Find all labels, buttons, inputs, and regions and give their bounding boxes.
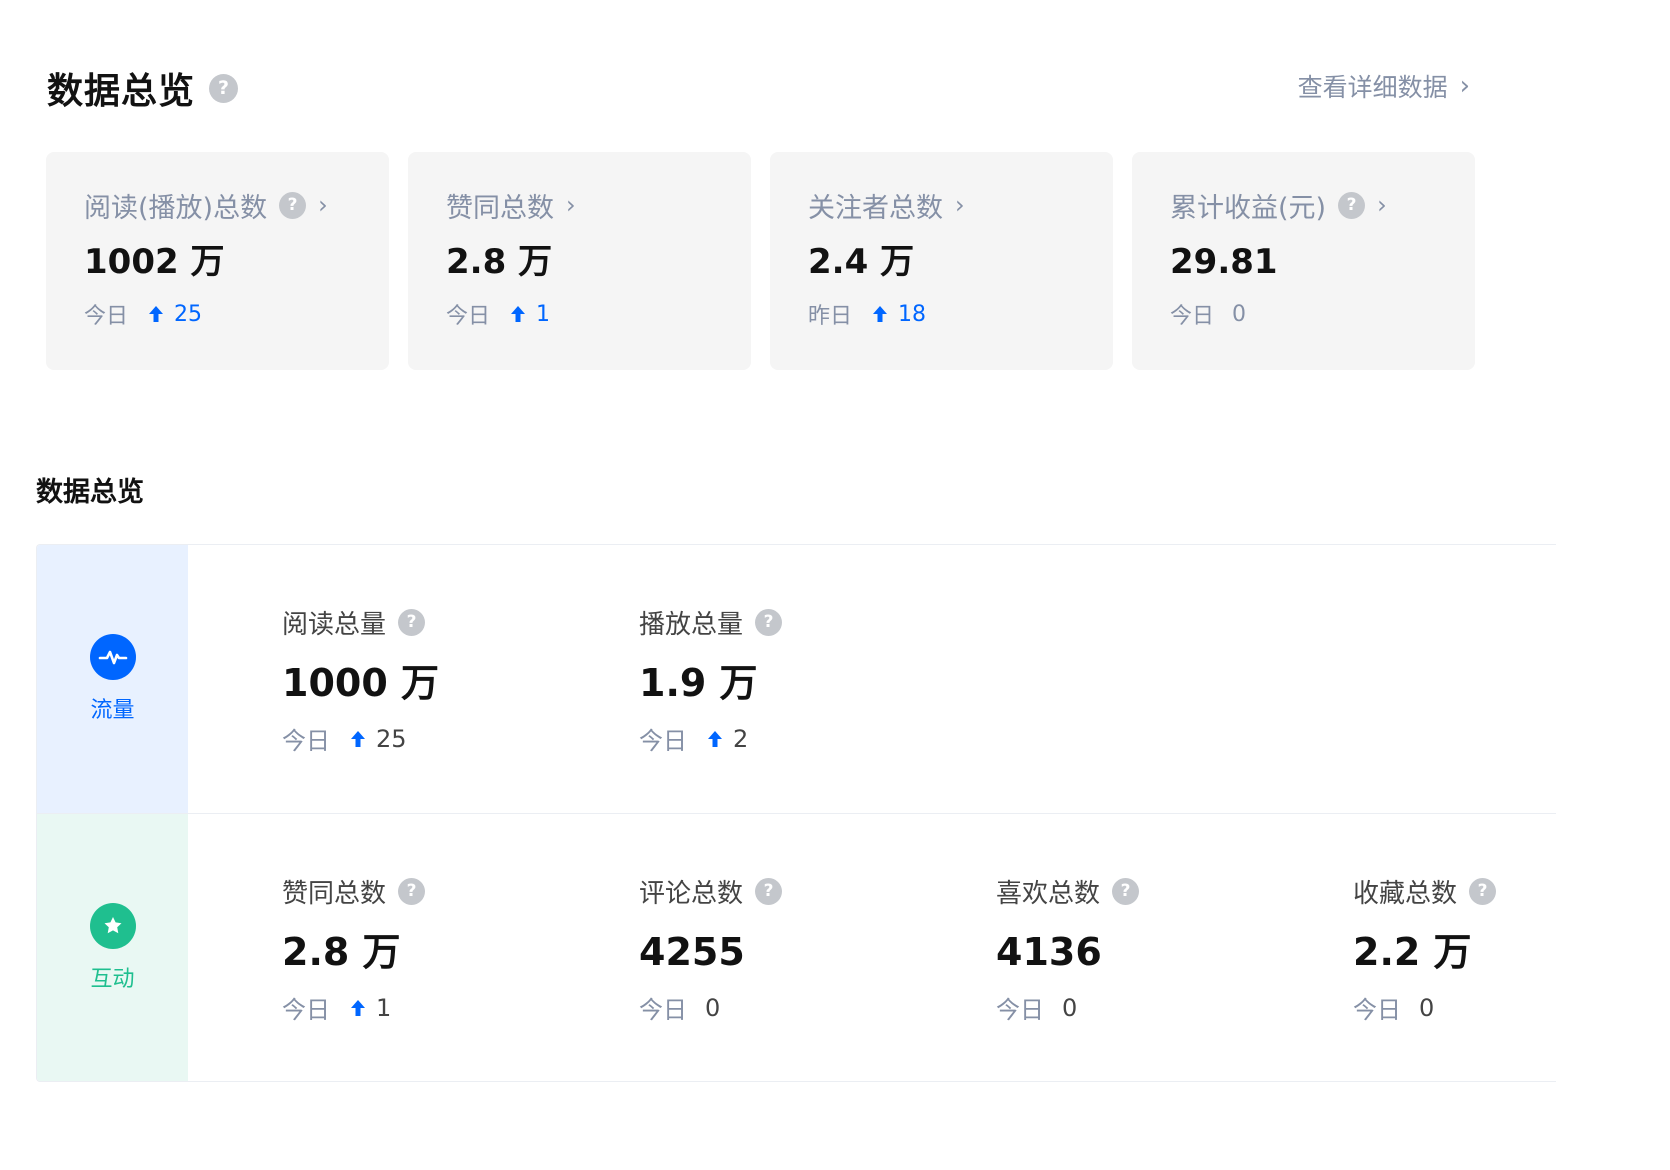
card-earnings[interactable]: 累计收益(元) ? › 29.81 今日 0 [1132, 152, 1475, 370]
period-label: 昨日 [808, 304, 853, 329]
arrow-up-icon [149, 306, 164, 322]
arrow-up-icon [511, 306, 526, 322]
page-title: 数据总览 [47, 71, 196, 112]
metric-value: 1.9 万 [639, 661, 758, 705]
card-header: 阅读(播放)总数 ? › [84, 188, 389, 224]
help-icon[interactable]: ? [209, 73, 239, 103]
metric-value: 2.2 万 [1353, 930, 1472, 974]
help-icon[interactable]: ? [1469, 877, 1497, 905]
metric-label: 赞同总数 [282, 878, 387, 909]
chevron-right-icon: › [566, 191, 576, 219]
period-label: 今日 [1170, 304, 1215, 329]
period-label: 今日 [996, 996, 1044, 1024]
view-details-link[interactable]: 查看详细数据 › [1298, 68, 1470, 104]
metric-upvotes: 赞同总数 ? 2.8 万 今日 1 [282, 874, 426, 1025]
card-header: 赞同总数 › [446, 188, 751, 224]
metric-label: 收藏总数 [1353, 878, 1458, 909]
card-value: 2.4 万 [808, 242, 915, 282]
card-label: 阅读(播放)总数 [84, 192, 268, 224]
period-label: 今日 [639, 727, 687, 755]
card-header: 关注者总数 › [808, 188, 1113, 224]
chevron-right-icon: › [1459, 71, 1470, 101]
card-reads-plays[interactable]: 阅读(播放)总数 ? › 1002 万 今日 25 [46, 152, 389, 370]
card-label: 累计收益(元) [1170, 192, 1327, 224]
overview-panel: 流量 阅读总量 ? 1000 万 今日 25 播放总量 ? 1.9 万 今日 2… [36, 544, 1556, 1082]
chevron-right-icon: › [1377, 191, 1387, 219]
delta-value: 1 [376, 993, 392, 1022]
card-value: 1002 万 [84, 242, 225, 282]
metric-value: 4136 [996, 930, 1102, 974]
card-footer: 昨日 18 [808, 298, 1113, 330]
period-label: 今日 [282, 996, 330, 1024]
view-details-label: 查看详细数据 [1297, 73, 1448, 102]
arrow-up-icon [708, 730, 722, 747]
traffic-category: 流量 [37, 545, 188, 813]
section-title: 数据总览 [36, 477, 144, 508]
period-label: 今日 [282, 727, 330, 755]
interaction-label: 互动 [90, 966, 135, 992]
delta-value: 25 [376, 724, 407, 753]
card-footer: 今日 0 [1170, 298, 1475, 330]
traffic-row: 流量 阅读总量 ? 1000 万 今日 25 播放总量 ? 1.9 万 今日 2 [37, 545, 1556, 813]
period-label: 今日 [446, 304, 491, 329]
metric-total-reads: 阅读总量 ? 1000 万 今日 25 [282, 605, 439, 756]
metric-label: 播放总量 [639, 609, 744, 640]
traffic-label: 流量 [90, 698, 135, 723]
card-upvotes[interactable]: 赞同总数 › 2.8 万 今日 1 [408, 152, 751, 370]
help-icon[interactable]: ? [755, 877, 783, 905]
metric-likes: 喜欢总数 ? 4136 今日 0 [996, 874, 1140, 1025]
delta-value: 0 [1232, 301, 1247, 327]
arrow-up-icon [351, 730, 365, 747]
help-icon[interactable]: ? [398, 877, 426, 905]
arrow-up-icon [351, 999, 365, 1016]
metric-value: 1000 万 [282, 661, 439, 705]
delta-value: 2 [733, 724, 749, 753]
card-label: 关注者总数 [808, 192, 943, 224]
help-icon[interactable]: ? [279, 191, 307, 219]
help-icon[interactable]: ? [755, 608, 783, 636]
card-header: 累计收益(元) ? › [1170, 188, 1475, 224]
help-icon[interactable]: ? [1112, 877, 1140, 905]
metric-comments: 评论总数 ? 4255 今日 0 [639, 874, 783, 1025]
metric-favorites: 收藏总数 ? 2.2 万 今日 0 [1353, 874, 1497, 1025]
interaction-metrics: 赞同总数 ? 2.8 万 今日 1 评论总数 ? 4255 今日 0 喜欢总数 … [188, 814, 1556, 1081]
chevron-right-icon: › [318, 191, 328, 219]
card-followers[interactable]: 关注者总数 › 2.4 万 昨日 18 [770, 152, 1113, 370]
overview-header: 数据总览 ? [47, 62, 239, 114]
metric-label: 评论总数 [639, 878, 744, 909]
interaction-row: 互动 赞同总数 ? 2.8 万 今日 1 评论总数 ? 4255 今日 0 喜欢… [37, 813, 1556, 1081]
card-label: 赞同总数 [446, 192, 554, 224]
metric-value: 4255 [639, 930, 745, 974]
metric-label: 喜欢总数 [996, 878, 1101, 909]
period-label: 今日 [1353, 996, 1401, 1024]
metric-value: 2.8 万 [282, 930, 401, 974]
interaction-category: 互动 [37, 814, 188, 1081]
delta-value: 0 [1062, 993, 1078, 1022]
help-icon[interactable]: ? [1338, 191, 1366, 219]
page: 数据总览 ? 查看详细数据 › 阅读(播放)总数 ? › 1002 万 今日 2… [0, 0, 1670, 1170]
delta-value: 1 [536, 301, 551, 327]
delta-value: 18 [898, 301, 927, 327]
help-icon[interactable]: ? [398, 608, 426, 636]
arrow-up-icon [873, 306, 888, 322]
card-value: 2.8 万 [446, 242, 553, 282]
card-footer: 今日 1 [446, 298, 751, 330]
delta-value: 25 [174, 301, 203, 327]
overview-cards: 阅读(播放)总数 ? › 1002 万 今日 25 赞同总数 › 2.8 万 今… [46, 152, 1475, 370]
delta-value: 0 [1419, 993, 1435, 1022]
card-value: 29.81 [1170, 242, 1278, 282]
chevron-right-icon: › [955, 191, 965, 219]
traffic-metrics: 阅读总量 ? 1000 万 今日 25 播放总量 ? 1.9 万 今日 2 [188, 545, 1556, 813]
period-label: 今日 [639, 996, 687, 1024]
metric-label: 阅读总量 [282, 609, 387, 640]
card-footer: 今日 25 [84, 298, 389, 330]
star-chat-icon [89, 902, 136, 949]
delta-value: 0 [705, 993, 721, 1022]
metric-total-plays: 播放总量 ? 1.9 万 今日 2 [639, 605, 783, 756]
period-label: 今日 [84, 304, 129, 329]
pulse-icon [89, 634, 136, 680]
